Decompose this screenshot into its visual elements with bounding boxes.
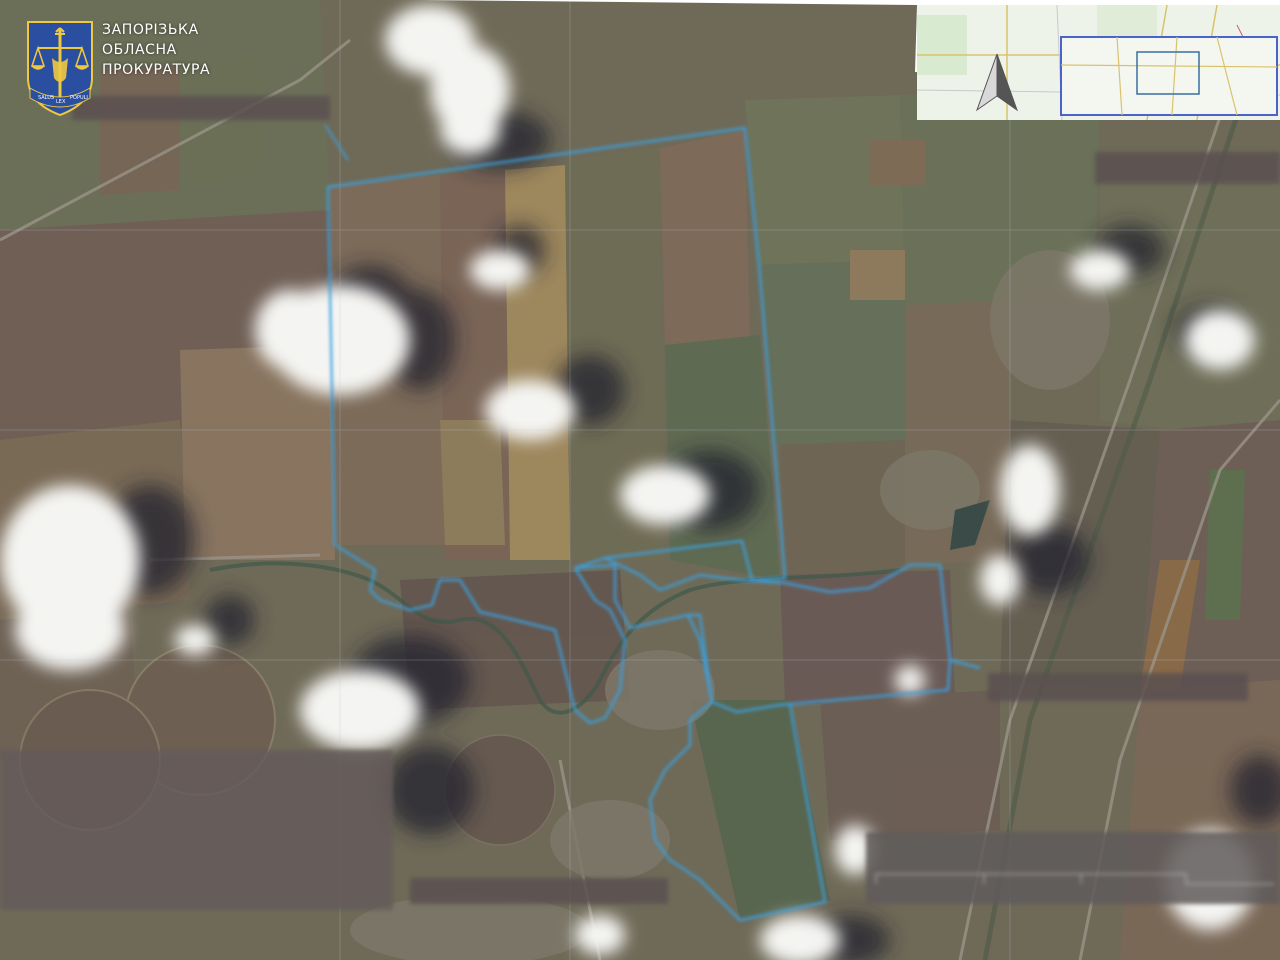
org-name-line: ОБЛАСНА bbox=[102, 42, 177, 58]
org-name-line: ПРОКУРАТУРА bbox=[102, 62, 211, 78]
redacted-label bbox=[988, 673, 1248, 701]
emblem-ribbon-word: LEX bbox=[56, 99, 66, 105]
org-name-line: ЗАПОРІЗЬКА bbox=[102, 22, 199, 38]
emblem-ribbon-word: POPULI bbox=[70, 95, 88, 101]
redacted-label bbox=[1095, 152, 1280, 184]
organization-name: ЗАПОРІЗЬКА ОБЛАСНА ПРОКУРАТУРА bbox=[102, 20, 210, 80]
inset-extent-frame bbox=[1060, 36, 1278, 116]
redacted-legend-panel bbox=[0, 750, 393, 910]
emblem-ribbon-word: SALUS bbox=[38, 95, 54, 101]
scale-bar bbox=[875, 873, 1274, 885]
prosecutor-emblem-icon: SALUS LEX POPULI bbox=[27, 21, 93, 117]
north-arrow-icon bbox=[976, 53, 1018, 112]
redacted-label bbox=[410, 878, 668, 904]
redacted-scale-panel bbox=[866, 832, 1280, 904]
satellite-map: SALUS LEX POPULI ЗАПОРІЗЬКА ОБЛАСНА ПРОК… bbox=[0, 0, 1280, 960]
